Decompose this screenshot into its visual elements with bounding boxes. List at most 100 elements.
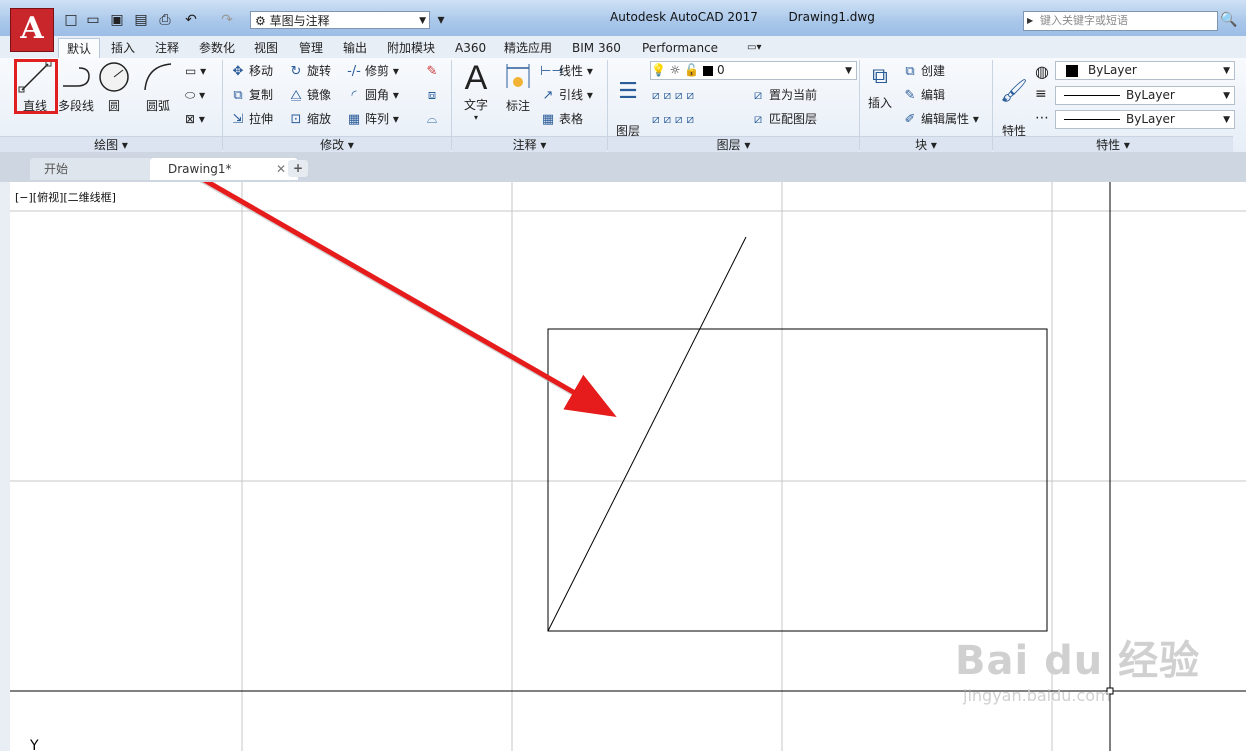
set-current-tool[interactable]: ⧄ 置为当前 xyxy=(750,87,817,104)
window-title: Autodesk AutoCAD 2017 Drawing1.dwg xyxy=(610,10,875,24)
draw-panel-title[interactable]: 绘图 ▾ xyxy=(0,136,222,153)
lineweight-dropdown[interactable]: ByLayer ▼ xyxy=(1055,86,1235,105)
layers-panel-title[interactable]: 图层 ▾ xyxy=(608,136,859,153)
drawn-line xyxy=(547,236,747,632)
offset-icon[interactable]: ⌓ xyxy=(424,111,443,128)
arrow-shadow xyxy=(199,182,612,417)
chevron-down-icon: ▼ xyxy=(1223,91,1230,101)
layers-icon: ☰ xyxy=(618,79,638,104)
tab-annotate[interactable]: 注释 xyxy=(153,38,181,58)
modify-panel-title[interactable]: 修改 ▾ xyxy=(223,136,451,153)
polyline-button[interactable]: 多段线 xyxy=(58,60,94,114)
drawing-tab[interactable]: Drawing1* ✕ xyxy=(150,158,298,180)
sun-icon: ☼ xyxy=(669,63,681,77)
tab-manage[interactable]: 管理 xyxy=(297,38,325,58)
array-tool[interactable]: ▦ 阵列 ▾ xyxy=(346,111,399,128)
customize-qat-icon[interactable]: ▾ xyxy=(432,12,450,28)
expand-icon: ▶ xyxy=(1027,16,1034,25)
fillet-tool[interactable]: ◜ 圆角 ▾ xyxy=(346,87,398,104)
close-icon[interactable]: ✕ xyxy=(276,158,286,180)
table-tool[interactable]: ▦ 表格 xyxy=(540,111,583,128)
ribbon-options-icon[interactable]: ▭▾ xyxy=(745,38,763,58)
tab-a360[interactable]: A360 xyxy=(453,38,488,58)
lightbulb-icon: 💡 xyxy=(651,63,666,77)
workspace-selector[interactable]: ⚙ 草图与注释 ▼ xyxy=(250,11,430,29)
ribbon-tab-bar xyxy=(0,36,1246,59)
circle-icon xyxy=(99,62,129,92)
edit-block-icon: ✎ xyxy=(904,88,916,103)
circle-button[interactable]: 圆 xyxy=(96,60,132,114)
new-file-icon[interactable]: □ xyxy=(62,12,80,28)
edit-attributes-icon: ✐ xyxy=(904,112,916,127)
move-icon: ✥ xyxy=(232,64,244,79)
hatch-icon[interactable]: ⬭ ▾ xyxy=(185,87,205,103)
print-icon[interactable]: ⎙ xyxy=(156,12,174,28)
application-menu-button[interactable]: A xyxy=(10,8,54,52)
boundary-icon[interactable]: ⊠ ▾ xyxy=(185,111,205,127)
block-panel-title[interactable]: 块 ▾ xyxy=(860,136,992,153)
search-input[interactable]: ▶ 键入关键字或短语 xyxy=(1023,11,1218,31)
watermark: Bai du 经验 jingyan.baidu.com xyxy=(955,628,1200,705)
arc-icon xyxy=(144,63,172,91)
move-tool[interactable]: ✥ 移动 xyxy=(230,63,273,80)
tab-parametric[interactable]: 参数化 xyxy=(197,38,237,58)
copy-tool[interactable]: ⧉ 复制 xyxy=(230,87,273,104)
properties-panel-title[interactable]: 特性 ▾ xyxy=(993,136,1233,153)
linear-dimension-tool[interactable]: ⊢⊣线性 ▾ xyxy=(540,63,593,80)
text-button[interactable]: A 文字 ▾ xyxy=(456,60,496,122)
scale-tool[interactable]: ⊡ 缩放 xyxy=(288,111,331,128)
tab-view[interactable]: 视图 xyxy=(252,38,280,58)
tab-default[interactable]: 默认 xyxy=(58,38,101,59)
dimension-icon xyxy=(506,64,530,88)
leader-icon: ↗ xyxy=(542,88,554,103)
workspace-name: 草图与注释 xyxy=(269,14,330,28)
leader-tool[interactable]: ↗ 引线 ▾ xyxy=(540,87,593,104)
color-dropdown[interactable]: ByLayer ▼ xyxy=(1055,61,1235,80)
create-block-tool[interactable]: ⧉ 创建 xyxy=(902,63,945,80)
match-layer-tool[interactable]: ⧄ 匹配图层 xyxy=(750,111,817,128)
edit-attributes-tool[interactable]: ✐ 编辑属性 ▾ xyxy=(902,111,979,128)
tab-performance[interactable]: Performance xyxy=(640,38,720,58)
dimension-button[interactable]: 标注 xyxy=(498,60,538,114)
unlock-icon: 🔓 xyxy=(684,63,700,77)
chevron-down-icon: ▼ xyxy=(419,16,426,26)
binoculars-icon[interactable]: 🔍 xyxy=(1220,12,1237,28)
new-tab-button[interactable]: + xyxy=(288,160,308,177)
open-file-icon[interactable]: ▭ xyxy=(84,12,102,28)
tab-output[interactable]: 输出 xyxy=(341,38,369,58)
save-as-icon[interactable]: ▤ xyxy=(132,12,150,28)
tab-featured-apps[interactable]: 精选应用 xyxy=(502,38,554,58)
mirror-tool[interactable]: ⧋ 镜像 xyxy=(288,87,331,104)
edit-block-tool[interactable]: ✎ 编辑 xyxy=(902,87,945,104)
linetype-dropdown[interactable]: ByLayer ▼ xyxy=(1055,110,1235,129)
text-icon: A xyxy=(464,59,488,97)
layer-tools-row2[interactable]: ⧄ ⧄ ⧄ ⧄ xyxy=(652,111,694,127)
tab-addins[interactable]: 附加模块 xyxy=(385,38,437,58)
annotation-panel-title[interactable]: 注释 ▾ xyxy=(452,136,607,153)
stretch-tool[interactable]: ⇲ 拉伸 xyxy=(230,111,273,128)
undo-icon[interactable]: ↶ xyxy=(182,12,200,28)
explode-icon[interactable]: ⧈ xyxy=(424,87,443,104)
layer-tools-row1[interactable]: ⧄ ⧄ ⧄ ⧄ xyxy=(652,87,694,103)
color-swatch xyxy=(1066,64,1078,77)
tab-bim360[interactable]: BIM 360 xyxy=(570,38,623,58)
tab-insert[interactable]: 插入 xyxy=(109,38,137,58)
insert-block-button[interactable]: ⧉ 插入 xyxy=(862,60,898,111)
match-properties-icon: 🖌 xyxy=(1000,79,1028,104)
trim-tool[interactable]: -/- 修剪 ▾ xyxy=(346,63,399,80)
set-current-icon: ⧄ xyxy=(753,88,763,103)
redo-icon[interactable]: ↷ xyxy=(218,12,236,28)
stretch-icon: ⇲ xyxy=(232,112,244,127)
save-icon[interactable]: ▣ xyxy=(108,12,126,28)
array-icon: ▦ xyxy=(347,112,361,127)
color-wheel-icon: ◍ xyxy=(1035,62,1049,81)
viewport-controls[interactable]: [−][俯视][二维线框] xyxy=(15,189,116,205)
y-axis-label: Y xyxy=(29,738,39,751)
trim-icon: -/- xyxy=(347,64,361,79)
rectangle-icon[interactable]: ▭ ▾ xyxy=(185,63,206,79)
rotate-tool[interactable]: ↻ 旋转 xyxy=(288,63,331,80)
arc-button[interactable]: 圆弧 xyxy=(138,60,178,114)
erase-icon[interactable]: ✎ xyxy=(424,63,443,80)
layer-dropdown[interactable]: 💡 ☼ 🔓 0 ▼ xyxy=(650,61,857,80)
match-layer-icon: ⧄ xyxy=(753,112,763,127)
